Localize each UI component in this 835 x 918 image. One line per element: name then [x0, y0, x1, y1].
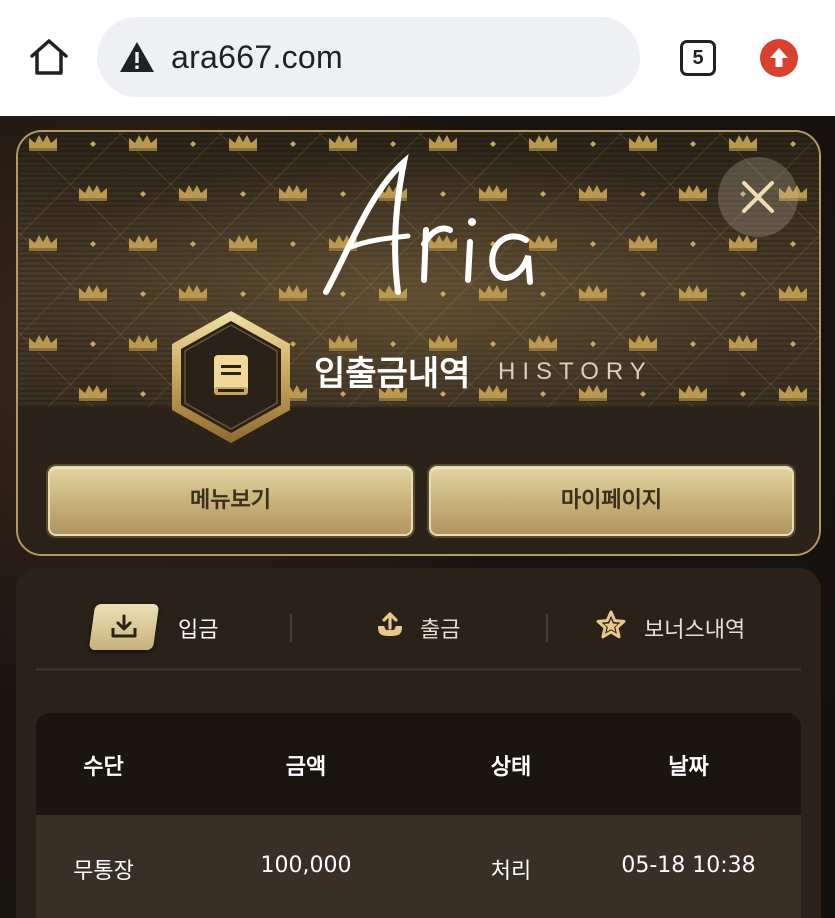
- table-row[interactable]: 무통장 100,000 처리 05-18 10:38: [36, 815, 801, 918]
- tab-divider: [290, 614, 292, 642]
- column-header-date: 날짜: [668, 755, 709, 780]
- tab-deposit[interactable]: 입금: [88, 604, 252, 654]
- update-arrow-icon[interactable]: [760, 39, 798, 77]
- address-bar[interactable]: ara667.com: [97, 17, 640, 97]
- mypage-button[interactable]: 마이페이지: [429, 466, 794, 536]
- cell-status: 처리: [490, 859, 532, 884]
- cell-method: 무통장: [73, 859, 134, 884]
- close-icon: [742, 181, 774, 213]
- close-button[interactable]: [718, 157, 798, 237]
- column-header-amount: 금액: [285, 755, 327, 780]
- tab-label: 출금: [420, 618, 461, 643]
- cell-date: 05-18 10:38: [621, 853, 756, 878]
- history-content-panel: 입금 출금 보너스내역 수단 금액 상태 날짜 무통장 100,000 처리 0…: [16, 568, 821, 918]
- upload-tray-icon: [378, 612, 402, 636]
- aria-logo: [308, 152, 548, 312]
- browser-toolbar: ara667.com 5: [0, 0, 835, 116]
- tab-divider: [546, 614, 548, 642]
- page-subtitle: HISTORY: [498, 358, 653, 385]
- download-tray-icon: [88, 604, 160, 650]
- tab-label: 입금: [178, 618, 219, 643]
- column-header-method: 수단: [83, 755, 124, 780]
- tab-bonus-history[interactable]: 보너스내역: [596, 604, 776, 654]
- history-table: 수단 금액 상태 날짜 무통장 100,000 처리 05-18 10:38: [36, 713, 801, 918]
- not-secure-warning-icon[interactable]: [119, 41, 155, 73]
- history-book-badge-icon: [168, 309, 294, 445]
- history-header-card: 입출금내역 HISTORY 메뉴보기 마이페이지: [16, 130, 821, 556]
- menu-button[interactable]: 메뉴보기: [48, 466, 413, 536]
- table-header: 수단 금액 상태 날짜: [36, 713, 801, 815]
- tab-switcher-button[interactable]: 5: [680, 40, 716, 76]
- tab-label: 보너스내역: [644, 618, 746, 643]
- tab-withdraw[interactable]: 출금: [376, 604, 496, 654]
- cell-amount: 100,000: [260, 853, 352, 878]
- column-header-status: 상태: [490, 755, 532, 780]
- page-title: 입출금내역: [314, 354, 471, 394]
- home-icon[interactable]: [28, 36, 70, 78]
- star-icon: [596, 610, 626, 639]
- tab-divider-line: [36, 668, 801, 671]
- url-text: ara667.com: [171, 39, 343, 75]
